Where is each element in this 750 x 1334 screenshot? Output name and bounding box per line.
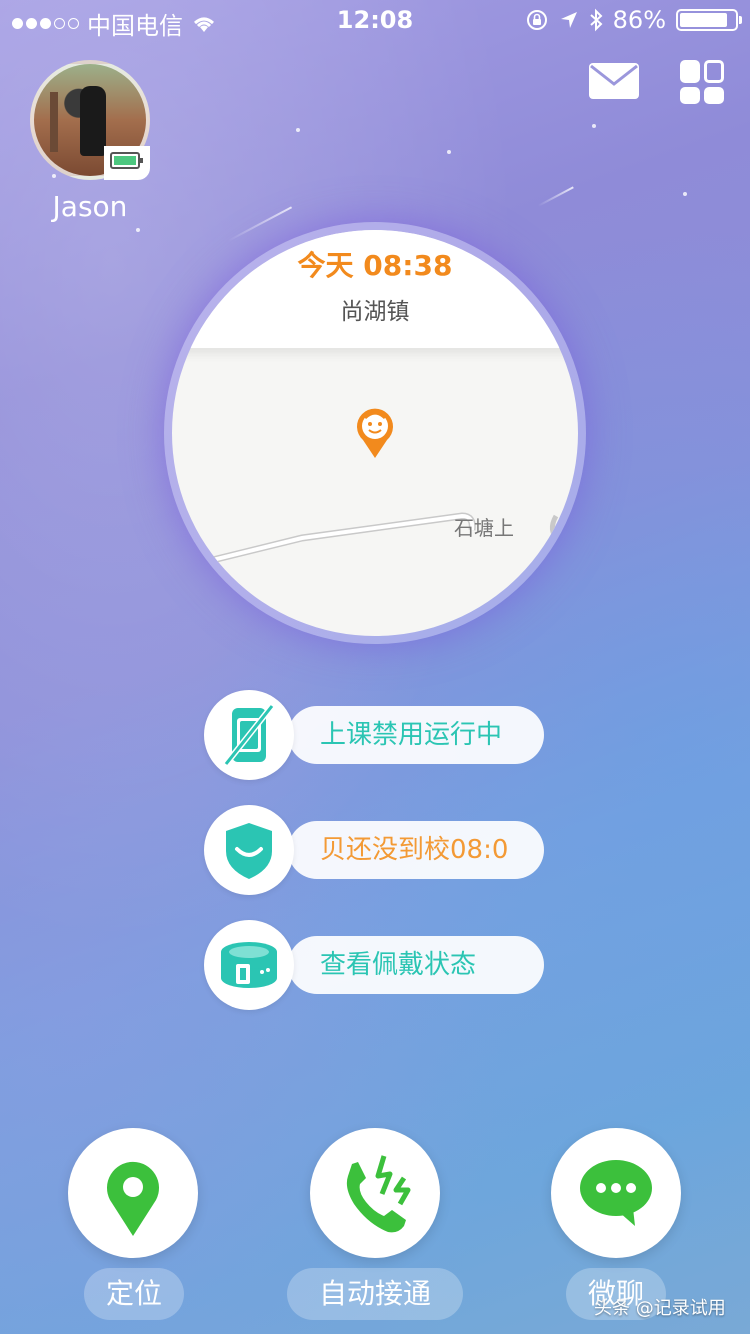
battery-icon (676, 9, 742, 31)
road-label: 石塘上 (454, 516, 514, 540)
feature-label: 贝还没到校08:0 (320, 835, 509, 865)
locate-button[interactable] (68, 1128, 198, 1258)
auto-answer-label[interactable]: 自动接通 (287, 1268, 463, 1320)
feature-label: 上课禁用运行中 (320, 720, 503, 750)
location-arrow-icon (560, 12, 577, 28)
grid-icon[interactable] (680, 60, 724, 104)
class-mode-feature[interactable]: 上课禁用运行中 (204, 690, 544, 780)
auto-answer-button[interactable] (310, 1128, 440, 1258)
star-decoration (136, 228, 140, 232)
school-arrival-feature[interactable]: 贝还没到校08:0 (204, 805, 544, 895)
location-place-name: 尚湖镇 (340, 299, 410, 325)
child-face-pin-icon[interactable] (355, 406, 395, 458)
shield-smile-icon (204, 805, 294, 895)
star-decoration (52, 174, 56, 178)
star-decoration (296, 128, 300, 132)
star-decoration (447, 150, 451, 154)
star-decoration (683, 192, 687, 196)
location-pin-icon (107, 1161, 159, 1236)
feature-label: 查看佩戴状态 (320, 950, 477, 980)
watermark: 头条 @记录试用 (594, 1298, 726, 1319)
child-name[interactable]: Jason (30, 190, 150, 223)
phone-auto-answer-icon (346, 1155, 411, 1233)
rotation-lock-icon (526, 10, 547, 30)
location-map[interactable]: 今天 08:38 尚湖镇 石塘上 (172, 230, 578, 636)
watch-disabled-icon (204, 690, 294, 780)
battery-percent: 86% (612, 6, 666, 34)
status-bar: 中国电信 12:08 86% (0, 0, 750, 40)
chat-button[interactable] (551, 1128, 681, 1258)
last-location-time: 今天 08:38 (297, 249, 453, 282)
bluetooth-icon (589, 8, 603, 32)
locate-label[interactable]: 定位 (84, 1268, 184, 1320)
mail-icon[interactable] (588, 62, 640, 100)
watch-battery-icon (110, 152, 143, 169)
shooting-star (537, 186, 574, 207)
chat-bubble-icon (580, 1160, 652, 1226)
star-decoration (592, 124, 596, 128)
wristband-icon (204, 920, 294, 1010)
wearing-status-feature[interactable]: 查看佩戴状态 (204, 920, 544, 1010)
map-header: 今天 08:38 尚湖镇 (172, 230, 578, 348)
